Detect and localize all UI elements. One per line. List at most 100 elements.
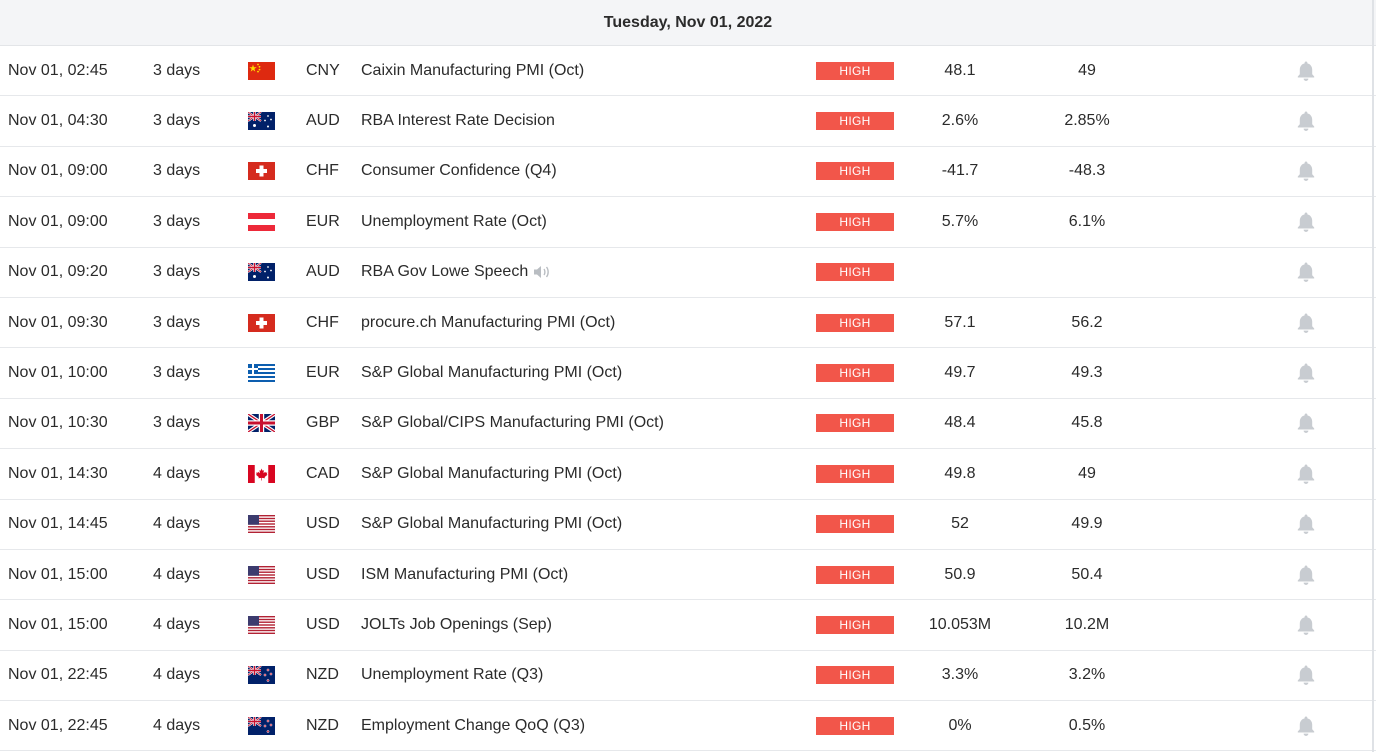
bell-icon[interactable] — [1296, 463, 1316, 485]
event-forecast: 49.9 — [1071, 515, 1103, 533]
event-name-label: S&P Global Manufacturing PMI (Oct) — [361, 464, 623, 482]
event-name-label: Unemployment Rate (Oct) — [361, 212, 547, 230]
event-eta: 3 days — [153, 112, 201, 130]
event-name[interactable]: Employment Change QoQ (Q3) — [361, 717, 585, 735]
event-name[interactable]: S&P Global/CIPS Manufacturing PMI (Oct) — [361, 414, 664, 432]
event-forecast: 2.85% — [1064, 112, 1110, 130]
flag-us-icon — [248, 615, 275, 634]
importance-badge: HIGH — [816, 212, 894, 231]
event-currency: CHF — [306, 162, 339, 180]
event-currency: NZD — [306, 716, 339, 734]
bell-icon[interactable] — [1296, 312, 1316, 334]
event-actual: 49.8 — [944, 464, 976, 482]
event-name-label: S&P Global Manufacturing PMI (Oct) — [361, 515, 623, 533]
event-eta: 3 days — [153, 313, 201, 331]
event-forecast: 45.8 — [1071, 414, 1103, 432]
event-name[interactable]: Consumer Confidence (Q4) — [361, 162, 557, 180]
event-actual: 49.7 — [944, 364, 976, 382]
event-time: Nov 01, 22:45 — [8, 716, 108, 734]
event-actual: 48.4 — [944, 414, 976, 432]
event-name-label: JOLTs Job Openings (Sep) — [361, 615, 552, 633]
bell-icon[interactable] — [1296, 362, 1316, 384]
event-name[interactable]: S&P Global Manufacturing PMI (Oct) — [361, 364, 622, 382]
importance-badge: HIGH — [816, 61, 894, 80]
event-name[interactable]: Unemployment Rate (Oct) — [361, 213, 547, 231]
bell-icon[interactable] — [1296, 614, 1316, 636]
importance-badge: HIGH — [816, 112, 894, 131]
bell-icon[interactable] — [1296, 60, 1316, 82]
event-forecast: 49 — [1078, 464, 1096, 482]
flag-ca-icon — [248, 464, 275, 483]
event-row[interactable]: Nov 01, 04:30 3 days AUD RBA Interest Ra… — [0, 96, 1376, 147]
event-actual: 48.1 — [944, 61, 976, 79]
event-eta: 3 days — [153, 414, 201, 432]
event-name-label: Employment Change QoQ (Q3) — [361, 716, 586, 734]
event-eta: 3 days — [153, 263, 201, 281]
event-name[interactable]: RBA Gov Lowe Speech — [361, 263, 552, 281]
event-currency: AUD — [306, 112, 340, 130]
event-row[interactable]: Nov 01, 22:45 4 days NZD Employment Chan… — [0, 701, 1376, 752]
bell-icon[interactable] — [1296, 261, 1316, 283]
event-eta: 4 days — [153, 515, 201, 533]
event-time: Nov 01, 14:45 — [8, 515, 108, 533]
event-row[interactable]: Nov 01, 09:00 3 days EUR Unemployment Ra… — [0, 197, 1376, 248]
event-row[interactable]: Nov 01, 22:45 4 days NZD Unemployment Ra… — [0, 651, 1376, 702]
event-name-label: Caixin Manufacturing PMI (Oct) — [361, 61, 585, 79]
event-row[interactable]: Nov 01, 14:45 4 days USD S&P Global Manu… — [0, 500, 1376, 550]
event-row[interactable]: Nov 01, 15:00 4 days USD ISM Manufacturi… — [0, 550, 1376, 601]
flag-us-icon — [248, 565, 275, 584]
event-time: Nov 01, 14:30 — [8, 464, 108, 482]
event-name-label: S&P Global/CIPS Manufacturing PMI (Oct) — [361, 414, 664, 432]
event-row[interactable]: Nov 01, 14:30 4 days CAD S&P Global Manu… — [0, 449, 1376, 500]
event-row[interactable]: Nov 01, 15:00 4 days USD JOLTs Job Openi… — [0, 600, 1376, 651]
day-header: Tuesday, Nov 01, 2022 — [0, 0, 1376, 46]
bell-icon[interactable] — [1296, 211, 1316, 233]
event-eta: 4 days — [153, 615, 201, 633]
event-name[interactable]: Unemployment Rate (Q3) — [361, 666, 543, 684]
event-row[interactable]: Nov 01, 09:20 3 days AUD RBA Gov Lowe Sp… — [0, 248, 1376, 298]
scroll-edge — [1372, 0, 1374, 752]
importance-badge: HIGH — [816, 263, 894, 282]
flag-nz-icon — [248, 666, 275, 685]
event-eta: 3 days — [153, 364, 201, 382]
event-actual: 57.1 — [944, 313, 976, 331]
event-name[interactable]: procure.ch Manufacturing PMI (Oct) — [361, 314, 615, 332]
event-name-label: ISM Manufacturing PMI (Oct) — [361, 565, 569, 583]
economic-calendar: Tuesday, Nov 01, 2022 Nov 01, 02:45 3 da… — [0, 0, 1376, 752]
event-time: Nov 01, 09:20 — [8, 263, 108, 281]
event-row[interactable]: Nov 01, 10:00 3 days EUR S&P Global Manu… — [0, 348, 1376, 399]
importance-badge: HIGH — [816, 615, 894, 634]
event-time: Nov 01, 09:00 — [8, 212, 108, 230]
event-currency: USD — [306, 615, 340, 633]
event-name[interactable]: S&P Global Manufacturing PMI (Oct) — [361, 465, 622, 483]
event-actual: -41.7 — [941, 162, 979, 180]
event-row[interactable]: Nov 01, 09:30 3 days CHF procure.ch Manu… — [0, 298, 1376, 349]
bell-icon[interactable] — [1296, 564, 1316, 586]
event-actual: 0% — [948, 716, 972, 734]
event-name[interactable]: ISM Manufacturing PMI (Oct) — [361, 566, 568, 584]
event-forecast: 6.1% — [1068, 212, 1106, 230]
bell-icon[interactable] — [1296, 412, 1316, 434]
event-row[interactable]: Nov 01, 10:30 3 days GBP S&P Global/CIPS… — [0, 399, 1376, 450]
bell-icon[interactable] — [1296, 160, 1316, 182]
event-name-label: RBA Gov Lowe Speech — [361, 263, 529, 281]
event-currency: EUR — [306, 364, 340, 382]
event-name[interactable]: JOLTs Job Openings (Sep) — [361, 616, 552, 634]
event-time: Nov 01, 22:45 — [8, 666, 108, 684]
bell-icon[interactable] — [1296, 715, 1316, 737]
event-actual: 50.9 — [944, 565, 976, 583]
event-name[interactable]: RBA Interest Rate Decision — [361, 112, 555, 130]
event-name[interactable]: Caixin Manufacturing PMI (Oct) — [361, 62, 584, 80]
event-row[interactable]: Nov 01, 02:45 3 days CNY Caixin Manufact… — [0, 46, 1376, 97]
event-eta: 4 days — [153, 666, 201, 684]
speaker-icon — [534, 266, 550, 279]
bell-icon[interactable] — [1296, 110, 1316, 132]
bell-icon[interactable] — [1296, 513, 1316, 535]
event-name[interactable]: S&P Global Manufacturing PMI (Oct) — [361, 515, 622, 533]
event-forecast: 50.4 — [1071, 565, 1103, 583]
event-time: Nov 01, 10:00 — [8, 364, 108, 382]
event-forecast: 49.3 — [1071, 364, 1103, 382]
bell-icon[interactable] — [1296, 664, 1316, 686]
event-row[interactable]: Nov 01, 09:00 3 days CHF Consumer Confid… — [0, 147, 1376, 198]
importance-badge: HIGH — [816, 364, 894, 383]
